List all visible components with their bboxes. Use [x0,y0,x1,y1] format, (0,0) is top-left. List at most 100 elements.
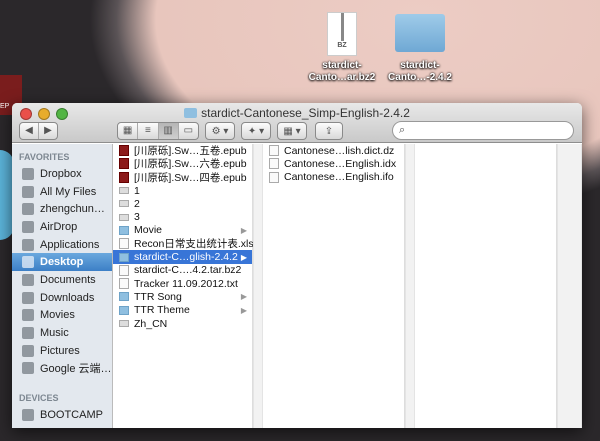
file-name: stardict-C….4.2.tar.bz2 [134,264,242,277]
dropbox-button[interactable]: ✦ ▾ [241,122,271,140]
sidebar-item-label: Downloads [40,291,95,304]
folder-icon [119,225,129,235]
arrange-button[interactable]: ▦ ▾ [277,122,307,140]
sidebar-item-icon [22,256,34,269]
disk-icon [119,320,129,327]
search-input[interactable]: ⌕ [392,121,574,140]
column-resize-handle[interactable] [405,144,415,428]
file-name: Movie [134,224,163,237]
sidebar-item-label: Movies [40,309,75,322]
file-name: [川原砾].Sw…四卷.epub [134,171,247,184]
sidebar-item[interactable]: Documents [12,271,112,289]
chevron-right-icon: ▶ [240,225,247,235]
icon-view-button[interactable]: ▦ [118,123,139,139]
file-name: TTR Song [134,290,182,303]
view-switcher: ▦ ≡ ▥ ▭ [117,122,199,140]
sidebar-item-label: Applications [40,238,100,251]
desktop-icon-bz2[interactable]: BZ stardict- Canto…ar.bz2 [302,12,382,84]
disk-icon [119,187,129,195]
sidebar-item-label: AirDrop [40,220,78,233]
search-icon: ⌕ [399,124,406,136]
action-button[interactable]: ⚙ ▾ [205,122,235,140]
epub-icon [119,145,129,157]
disk-icon [119,200,129,208]
chevron-right-icon: ▶ [240,292,247,302]
file-row[interactable]: 2 [113,197,252,210]
file-name: TTR Theme [134,304,190,317]
file-row[interactable]: Cantonese…English.idx [263,157,404,170]
back-button[interactable]: ◀ [20,123,39,139]
sidebar-item-label: Desktop [40,256,84,269]
file-row[interactable]: Zh_CN [113,317,252,330]
desktop-icon-folder[interactable]: stardict- Canto…-2.4.2 [380,12,460,84]
forward-button[interactable]: ▶ [39,123,57,139]
sidebar-item-icon [22,203,34,216]
file-row[interactable]: Tracker 11.09.2012.txt [113,277,252,290]
chevron-right-icon: ▶ [240,305,247,315]
back-forward: ◀ ▶ [19,122,58,140]
file-row[interactable]: [川原砾].Sw…六卷.epub [113,157,252,170]
share-button[interactable]: ⇪ [315,122,343,140]
file-row[interactable]: Recon日常支出统计表.xls [113,237,254,251]
column-2: Cantonese…lish.dict.dz Cantonese…English.… [263,144,405,428]
column-resize-handle[interactable] [557,144,582,428]
sidebar-item[interactable]: Google 云端… [12,360,112,378]
disk-icon [119,213,129,221]
file-name: Cantonese…English.idx [284,157,397,170]
file-row[interactable]: TTR Song ▶ [113,290,252,303]
sidebar-item-label: Google 云端… [40,363,112,376]
file-row[interactable]: 3 [113,210,252,223]
list-view-button[interactable]: ≡ [138,123,159,139]
column-resize-handle[interactable] [253,144,263,428]
file-row[interactable]: TTR Theme ▶ [113,304,252,317]
coverflow-view-button[interactable]: ▭ [179,123,198,139]
file-row[interactable]: [川原砾].Sw…四卷.epub [113,171,252,184]
file-row[interactable]: 1 [113,184,252,197]
file-icon [119,238,129,250]
sidebar-item-device[interactable]: BOOTCAMP [12,406,112,424]
folder-icon [395,14,445,52]
sidebar-item[interactable]: AirDrop [12,218,112,236]
file-row[interactable]: Cantonese…lish.dict.dz [263,144,404,157]
sidebar-item-icon [22,238,34,251]
sidebar-item[interactable]: Movies [12,307,112,325]
sidebar-item-label: zhengchun… [40,203,105,216]
title-bar: stardict-Cantonese_Simp-English-2.4.2 ◀ … [12,103,582,143]
sidebar-item-icon [22,167,34,180]
file-row[interactable]: stardict-C…glish-2.4.2 ▶ [113,250,252,264]
file-icon [119,264,129,276]
file-name: 1 [134,184,140,197]
file-name: Cantonese…English.ifo [284,171,394,184]
sidebar-item[interactable]: Downloads [12,289,112,307]
sidebar-item[interactable]: Pictures [12,342,112,360]
file-name: Recon日常支出统计表.xls [134,238,254,251]
folder-icon [119,252,129,262]
chevron-right-icon: ▶ [240,252,247,262]
sidebar-item[interactable]: Desktop [12,253,112,272]
devices-header: DEVICES [19,393,59,404]
sidebar-item[interactable]: zhengchun… [12,200,112,218]
file-row[interactable]: Cantonese…English.ifo [263,171,404,184]
sidebar-item[interactable]: Dropbox [12,165,112,183]
sidebar-item-icon [22,327,34,340]
sidebar-item-icon [22,220,34,233]
window-title: stardict-Cantonese_Simp-English-2.4.2 [12,106,582,120]
folder-icon [119,305,129,315]
sidebar-item[interactable]: Music [12,324,112,342]
epub-icon [119,171,129,183]
sidebar-item[interactable]: Applications [12,236,112,254]
sidebar-item-icon [22,309,34,322]
file-icon [269,145,279,157]
sidebar-item[interactable]: All My Files [12,183,112,201]
column-view-button[interactable]: ▥ [158,123,179,139]
file-name: 2 [134,197,140,210]
sidebar-item-icon [22,185,34,198]
file-row[interactable]: Movie ▶ [113,224,252,237]
sidebar-item-icon [22,273,34,286]
file-icon [119,278,129,290]
file-row[interactable]: [川原砾].Sw…五卷.epub [113,144,252,157]
file-row[interactable]: stardict-C….4.2.tar.bz2 [113,264,252,277]
sidebar-item-icon [22,344,34,357]
folder-icon [184,108,198,118]
favorites-header: FAVORITES [19,152,70,162]
